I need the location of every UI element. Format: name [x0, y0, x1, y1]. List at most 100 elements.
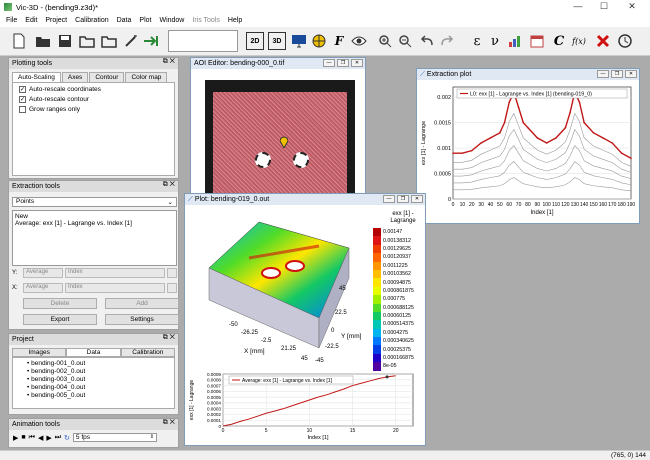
- close-icon[interactable]: ✕: [625, 70, 637, 78]
- tab-contour[interactable]: Contour: [89, 72, 125, 82]
- y-select-1[interactable]: Average: [23, 268, 63, 278]
- redo-icon[interactable]: [438, 32, 456, 50]
- panel-close-icon[interactable]: ⧉ ✕: [163, 334, 175, 342]
- c-button[interactable]: C: [550, 32, 568, 50]
- loop-icon[interactable]: ↻: [64, 434, 70, 442]
- tab-axes[interactable]: Axes: [61, 72, 89, 82]
- tab-data[interactable]: Data: [66, 348, 121, 357]
- target-icon[interactable]: [310, 32, 328, 50]
- list-item[interactable]: • bending-003_0.out: [27, 376, 174, 384]
- surface-3d-plot[interactable]: -50 -26.25 -2.5 21.25 45 X [mm] 45 22.5 …: [189, 208, 369, 378]
- plotting-tools-header: Plotting tools ⧉ ✕: [9, 58, 178, 69]
- list-item[interactable]: • bending-002_0.out: [27, 368, 174, 376]
- colorbar-swatch: [373, 261, 381, 270]
- export-button[interactable]: Export: [23, 314, 97, 325]
- checkbox-auto-rescale-coordinates[interactable]: ✓ Auto-rescale coordinates: [19, 86, 174, 93]
- stop-icon[interactable]: ■: [21, 434, 25, 441]
- bar-chart-icon[interactable]: [506, 32, 524, 50]
- y-picker-button[interactable]: [167, 268, 177, 278]
- panel-close-icon[interactable]: ⧉ ✕: [163, 58, 175, 66]
- list-item[interactable]: Average: exx [1] - Lagrange vs. Index [1…: [15, 220, 174, 227]
- strain-epsilon-button[interactable]: ε: [468, 32, 486, 50]
- last-frame-icon[interactable]: ⏭: [55, 434, 61, 442]
- tab-images[interactable]: Images: [12, 348, 67, 357]
- list-item[interactable]: • bending-005_0.out: [27, 392, 174, 400]
- x-select-2[interactable]: Index: [65, 283, 165, 293]
- folder-open-icon[interactable]: [100, 32, 118, 50]
- checkbox-checked-icon[interactable]: ✓: [19, 86, 26, 93]
- next-frame-icon[interactable]: ▶: [46, 434, 51, 442]
- play-icon[interactable]: ▶: [13, 434, 18, 442]
- average-line-chart[interactable]: 0.00090.00080.00070.00060.00050.00040.00…: [187, 370, 423, 444]
- extraction-list[interactable]: New Average: exx [1] - Lagrange vs. Inde…: [12, 210, 177, 266]
- checkbox-grow-ranges-only[interactable]: Grow ranges only: [19, 106, 174, 113]
- calendar-icon[interactable]: [528, 32, 546, 50]
- close-icon[interactable]: ✕: [411, 195, 423, 203]
- panel-close-icon[interactable]: ⧉ ✕: [163, 181, 175, 189]
- menu-iris-tools[interactable]: Iris Tools: [192, 17, 220, 24]
- menu-plot[interactable]: Plot: [139, 17, 151, 24]
- x-select-1[interactable]: Average: [23, 283, 63, 293]
- menu-calibration[interactable]: Calibration: [75, 17, 108, 24]
- close-icon[interactable]: ✕: [351, 59, 363, 67]
- restore-icon[interactable]: ❐: [397, 195, 409, 203]
- fx-button[interactable]: f(x): [570, 32, 588, 50]
- checkbox-auto-rescale-contour[interactable]: ✓ Auto-rescale contour: [19, 96, 174, 103]
- open-folder-icon[interactable]: [34, 32, 52, 50]
- maximize-button[interactable]: ☐: [594, 1, 614, 12]
- file-list[interactable]: • bending-001_0.out • bending-002_0.out …: [12, 357, 175, 409]
- arrow-right-icon[interactable]: [142, 32, 160, 50]
- save-icon[interactable]: [56, 32, 74, 50]
- add-button[interactable]: Add: [105, 298, 179, 309]
- menu-help[interactable]: Help: [228, 17, 242, 24]
- delete-x-icon[interactable]: [594, 32, 612, 50]
- y-select-2[interactable]: Index: [65, 268, 165, 278]
- menu-file[interactable]: File: [6, 17, 17, 24]
- menu-window[interactable]: Window: [159, 17, 184, 24]
- checkbox-checked-icon[interactable]: ✓: [19, 96, 26, 103]
- colorbar-swatch: [373, 337, 381, 346]
- checkbox-unchecked-icon[interactable]: [19, 106, 26, 113]
- fps-spinner[interactable]: 5 fps ⇕: [72, 433, 157, 442]
- hole-right-3d: [285, 260, 305, 272]
- script-f-button[interactable]: F: [330, 32, 348, 50]
- list-item[interactable]: • bending-004_0.out: [27, 384, 174, 392]
- first-frame-icon[interactable]: ⏮: [29, 434, 35, 442]
- clock-icon[interactable]: [616, 32, 634, 50]
- zoom-out-icon[interactable]: [396, 32, 414, 50]
- minimize-icon[interactable]: —: [383, 195, 395, 203]
- list-item[interactable]: New: [15, 213, 174, 220]
- zoom-in-icon[interactable]: [376, 32, 394, 50]
- settings-button[interactable]: Settings: [105, 314, 179, 325]
- new-file-icon[interactable]: [10, 32, 28, 50]
- panel-close-icon[interactable]: ⧉ ✕: [163, 419, 175, 427]
- restore-icon[interactable]: ❐: [611, 70, 623, 78]
- delete-button[interactable]: Delete: [23, 298, 97, 309]
- list-item[interactable]: • bending-001_0.out: [27, 360, 174, 368]
- extraction-plot-chart[interactable]: 0.002 0.0015 0.001 0.0005 00 10 20 30 40 50 60 70 80…: [417, 81, 639, 223]
- extraction-mode-select[interactable]: Points ⌄: [12, 197, 177, 207]
- folder-icon[interactable]: [78, 32, 96, 50]
- location-pin-icon[interactable]: [279, 136, 289, 150]
- close-button[interactable]: ✕: [622, 1, 642, 12]
- menu-project[interactable]: Project: [45, 17, 67, 24]
- view-3d-button[interactable]: 3D: [268, 32, 286, 50]
- minimize-icon[interactable]: —: [323, 59, 335, 67]
- minimize-icon[interactable]: —: [597, 70, 609, 78]
- prev-frame-icon[interactable]: ◀: [38, 434, 43, 442]
- view-2d-button[interactable]: 2D: [246, 32, 264, 50]
- wand-icon[interactable]: [122, 32, 140, 50]
- menu-edit[interactable]: Edit: [25, 17, 37, 24]
- monitor-icon[interactable]: [290, 32, 308, 50]
- restore-icon[interactable]: ❐: [337, 59, 349, 67]
- minimize-button[interactable]: —: [568, 1, 588, 11]
- eye-icon[interactable]: [350, 32, 368, 50]
- undo-icon[interactable]: [418, 32, 436, 50]
- tab-color-map[interactable]: Color map: [125, 72, 168, 82]
- toolbar-input[interactable]: [168, 30, 238, 52]
- menu-data[interactable]: Data: [117, 17, 132, 24]
- tab-calibration[interactable]: Calibration: [120, 348, 175, 357]
- tab-auto-scaling[interactable]: Auto-Scaling: [12, 72, 61, 82]
- poisson-nu-button[interactable]: ν: [486, 32, 504, 50]
- x-picker-button[interactable]: [167, 283, 177, 293]
